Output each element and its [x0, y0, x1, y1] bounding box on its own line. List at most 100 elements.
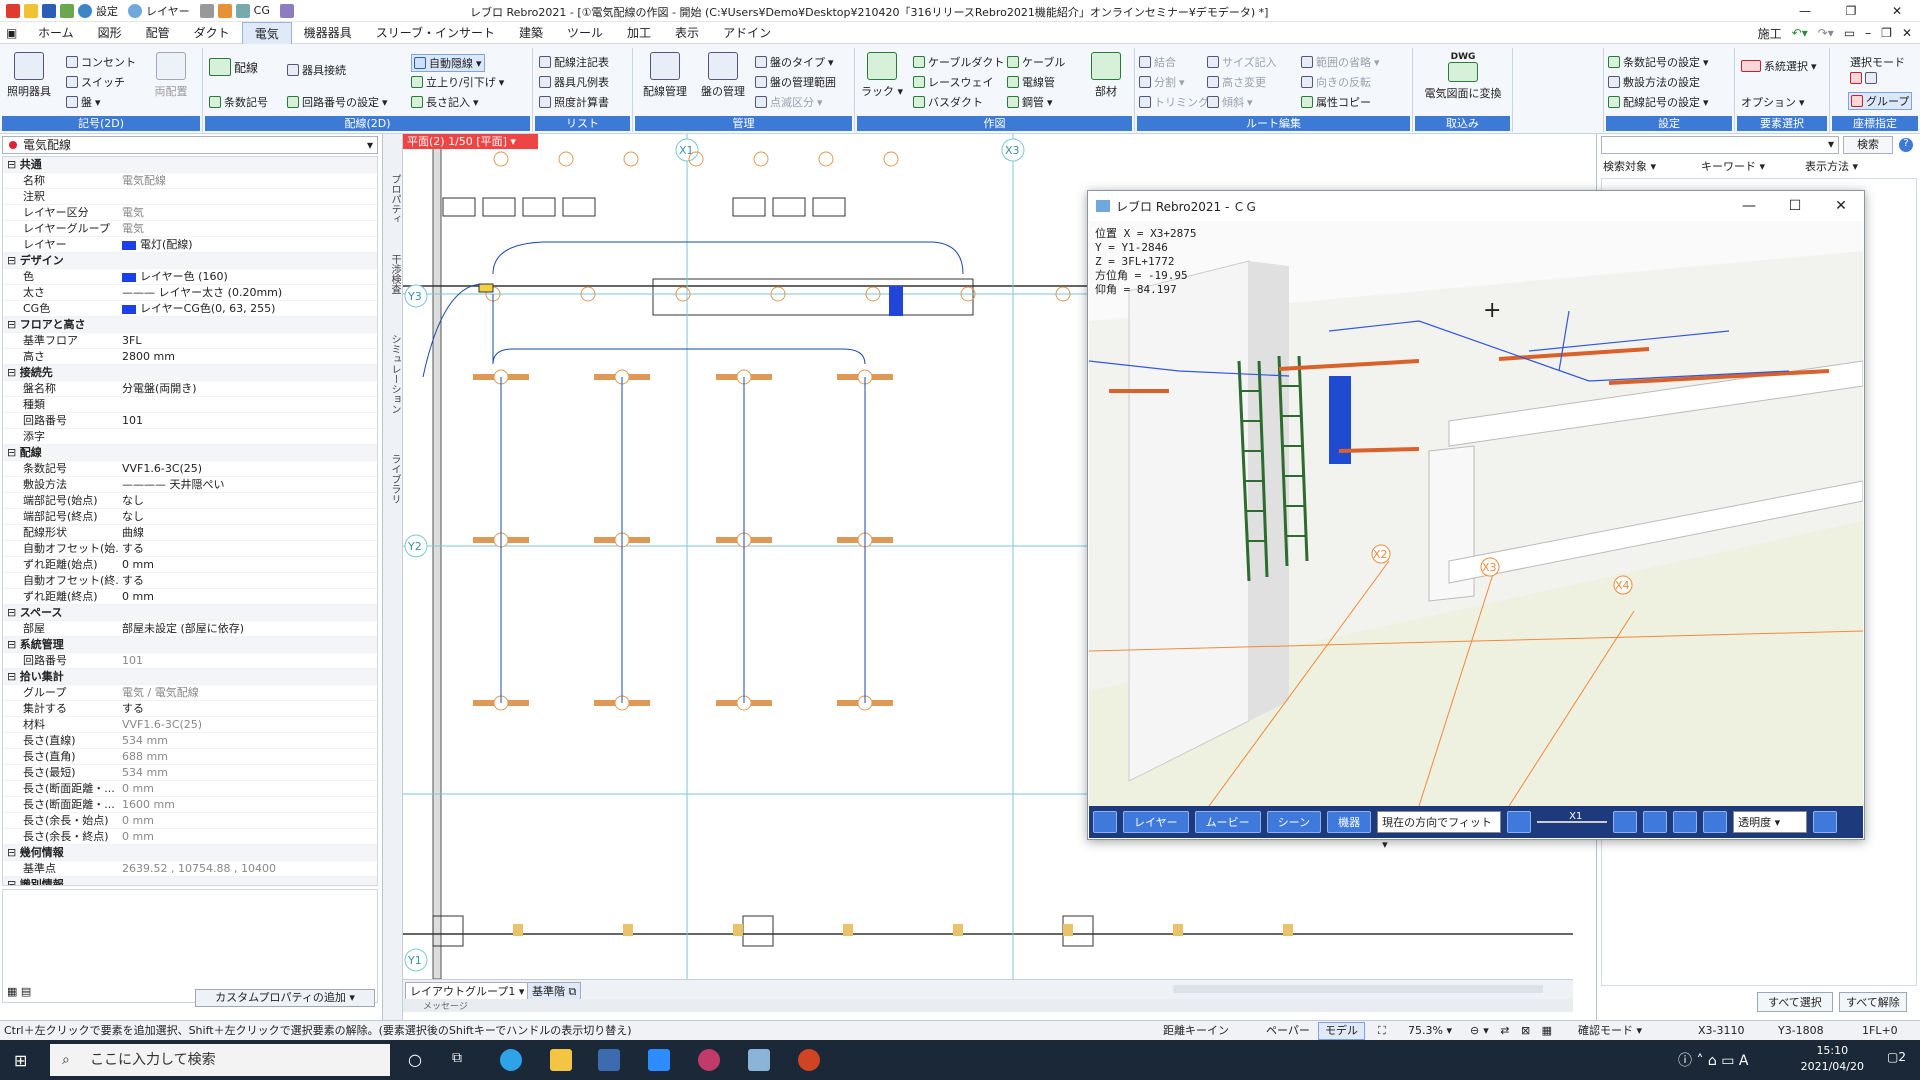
display-method-dropdown[interactable]: 表示方法 ▾ — [1805, 158, 1858, 174]
fit-icon[interactable]: ⛶ — [1378, 1021, 1386, 1040]
property-row[interactable]: 名称 電気配線 — [3, 173, 377, 189]
property-value[interactable]: 電気 — [118, 205, 377, 220]
drawing-tab[interactable]: 平面(2) 1/50 [平面] ▾ — [403, 134, 538, 149]
system-select-button[interactable]: 系統選択 ▾ — [1741, 58, 1817, 74]
cg-layer-button[interactable]: レイヤー — [1123, 811, 1189, 833]
property-value[interactable]: 0 mm — [118, 813, 377, 828]
property-value[interactable]: 534 mm — [118, 733, 377, 748]
property-row[interactable]: 端部記号(始点) なし — [3, 493, 377, 509]
confirm-mode-dropdown[interactable]: 確認モード ▾ — [1578, 1021, 1642, 1040]
cg-movie-button[interactable]: ムービー — [1194, 811, 1261, 833]
panel-type-button[interactable]: 盤のタイプ ▾ — [755, 54, 834, 70]
wiring-symbol-settings-button[interactable]: 配線記号の設定 ▾ — [1608, 94, 1709, 110]
property-row[interactable]: 長さ(最短) 534 mm — [3, 765, 377, 781]
cable-button[interactable]: ケーブル — [1007, 54, 1065, 70]
search-input[interactable]: ▾ — [1601, 136, 1839, 154]
property-row[interactable]: 配線形状 曲線 — [3, 525, 377, 541]
notepad-icon[interactable] — [748, 1049, 770, 1071]
open-icon[interactable] — [24, 3, 38, 18]
property-row[interactable]: 基準フロア 3FL — [3, 333, 377, 349]
auto-hidden-line-button[interactable]: 自動隠線 ▾ — [411, 54, 485, 72]
layer-icon[interactable] — [128, 3, 142, 18]
teams-icon[interactable] — [598, 1049, 620, 1071]
tab-electric[interactable]: 電気 — [241, 21, 292, 44]
property-row[interactable]: 自動オフセット(終... する — [3, 573, 377, 589]
reverse-direction-button[interactable]: 向きの反転 — [1301, 74, 1371, 90]
property-category[interactable]: 共通 — [3, 157, 377, 173]
property-row[interactable]: 注釈 — [3, 189, 377, 205]
distance-keyin-button[interactable]: 距離キーイン — [1163, 1021, 1229, 1040]
tool-icon[interactable] — [199, 3, 214, 18]
double-placement-button[interactable]: 両配置 — [146, 52, 196, 99]
property-value[interactable]: ———— 天井隠ぺい — [118, 477, 377, 492]
busduct-button[interactable]: バスダクト — [913, 94, 983, 110]
grid-view-icons[interactable]: ▦ ▤ — [7, 985, 31, 998]
property-row[interactable]: 材料 VVF1.6-3C(25) — [3, 717, 377, 733]
property-row[interactable]: 添字 — [3, 429, 377, 445]
rise-drop-button[interactable]: 立上り/引下げ ▾ — [411, 74, 504, 90]
tab-process[interactable]: 加工 — [615, 22, 663, 44]
property-row[interactable]: 長さ(断面距離・... 1600 mm — [3, 797, 377, 813]
settings-label[interactable]: 設定 — [96, 3, 118, 19]
property-row[interactable]: 回路番号 101 — [3, 653, 377, 669]
save-icon[interactable] — [42, 3, 56, 18]
cg-print-icon[interactable] — [1673, 811, 1698, 833]
property-row[interactable]: 回路番号 101 — [3, 413, 377, 429]
property-value[interactable]: 電気 / 電気配線 — [118, 685, 377, 700]
layer-label[interactable]: レイヤー — [146, 3, 190, 19]
property-row[interactable]: 長さ(余長・終点) 0 mm — [3, 829, 377, 845]
export-icon[interactable] — [279, 3, 294, 18]
property-value[interactable] — [118, 397, 377, 412]
property-row[interactable]: 部屋 部屋未設定 (部屋に依存) — [3, 621, 377, 637]
view-tool-icons[interactable]: ⊖▾ ⇄ ⊠ ▦ — [1470, 1021, 1556, 1040]
property-value[interactable]: VVF1.6-3C(25) — [118, 717, 377, 732]
window-icon[interactable]: ▭ — [1844, 26, 1855, 40]
property-row[interactable]: 自動オフセット(始... する — [3, 541, 377, 557]
cg-minimize-icon[interactable]: — — [1726, 191, 1772, 221]
add-custom-property-button[interactable]: カスタムプロパティの追加 ▾ — [195, 989, 375, 1007]
illuminance-calc-button[interactable]: 照度計算書 — [539, 94, 609, 110]
help-icon[interactable]: ? — [1899, 138, 1913, 152]
panel-management-button[interactable]: 盤の管理 — [695, 52, 751, 99]
property-category[interactable]: 配線 — [3, 445, 377, 461]
cg-camera-icon[interactable] — [1643, 811, 1668, 833]
paper-button[interactable]: ペーパー — [1266, 1021, 1310, 1040]
edge-icon[interactable] — [500, 1049, 522, 1071]
raceway-button[interactable]: レースウェイ — [913, 74, 993, 90]
property-category[interactable]: 拾い集計 — [3, 669, 377, 685]
property-row[interactable]: 高さ 2800 mm — [3, 349, 377, 365]
search-button[interactable]: 検索 — [1843, 136, 1893, 154]
powerpoint-icon[interactable] — [798, 1049, 820, 1071]
property-value[interactable]: する — [118, 541, 377, 556]
cg-zoom-slider[interactable]: X1 — [1537, 811, 1608, 823]
settings-icon[interactable] — [78, 3, 92, 18]
property-row[interactable]: 基準点 2639.52 , 10754.88 , 10400 — [3, 861, 377, 877]
property-row[interactable]: 盤名称 分電盤(両開き) — [3, 381, 377, 397]
side-tab-simulation[interactable]: シミュレーション — [387, 334, 402, 414]
system-tray-icons[interactable]: ⓘ ˄ ⌂ ▭ A — [1678, 1050, 1749, 1070]
conduit-button[interactable]: 電線管 — [1007, 74, 1055, 90]
property-value[interactable]: VVF1.6-3C(25) — [118, 461, 377, 476]
split-button[interactable]: 分割 ▾ — [1139, 74, 1185, 90]
element-type-combo[interactable]: 電気配線 ▾ — [2, 136, 378, 154]
cable-duct-button[interactable]: ケーブルダクト — [913, 54, 1004, 70]
folder-icon[interactable] — [217, 3, 232, 18]
option-button[interactable]: オプション ▾ — [1741, 94, 1805, 110]
search-target-dropdown[interactable]: 検索対象 ▾ — [1603, 158, 1656, 174]
minimize-icon[interactable]: — — [1782, 0, 1828, 22]
select-mode-icons[interactable] — [1850, 72, 1877, 84]
cg-pin-icon[interactable] — [1813, 811, 1838, 833]
component-button[interactable]: 部材 — [1083, 52, 1129, 99]
property-row[interactable]: ずれ距離(始点) 0 mm — [3, 557, 377, 573]
property-value[interactable]: 534 mm — [118, 765, 377, 780]
size-entry-button[interactable]: サイズ記入 — [1207, 54, 1277, 70]
tab-home[interactable]: ホーム — [26, 22, 86, 44]
laying-method-settings-button[interactable]: 敷設方法の設定 — [1608, 74, 1700, 90]
attribute-copy-button[interactable]: 属性コピー — [1301, 94, 1371, 110]
property-row[interactable]: 長さ(断面距離・... 0 mm — [3, 781, 377, 797]
horizontal-scrollbar[interactable] — [1173, 985, 1543, 993]
cg-label[interactable]: CG — [254, 4, 270, 17]
property-row[interactable]: 敷設方法 ———— 天井隠ぺい — [3, 477, 377, 493]
property-category[interactable]: 幾何情報 — [3, 845, 377, 861]
property-category[interactable]: 接続先 — [3, 365, 377, 381]
